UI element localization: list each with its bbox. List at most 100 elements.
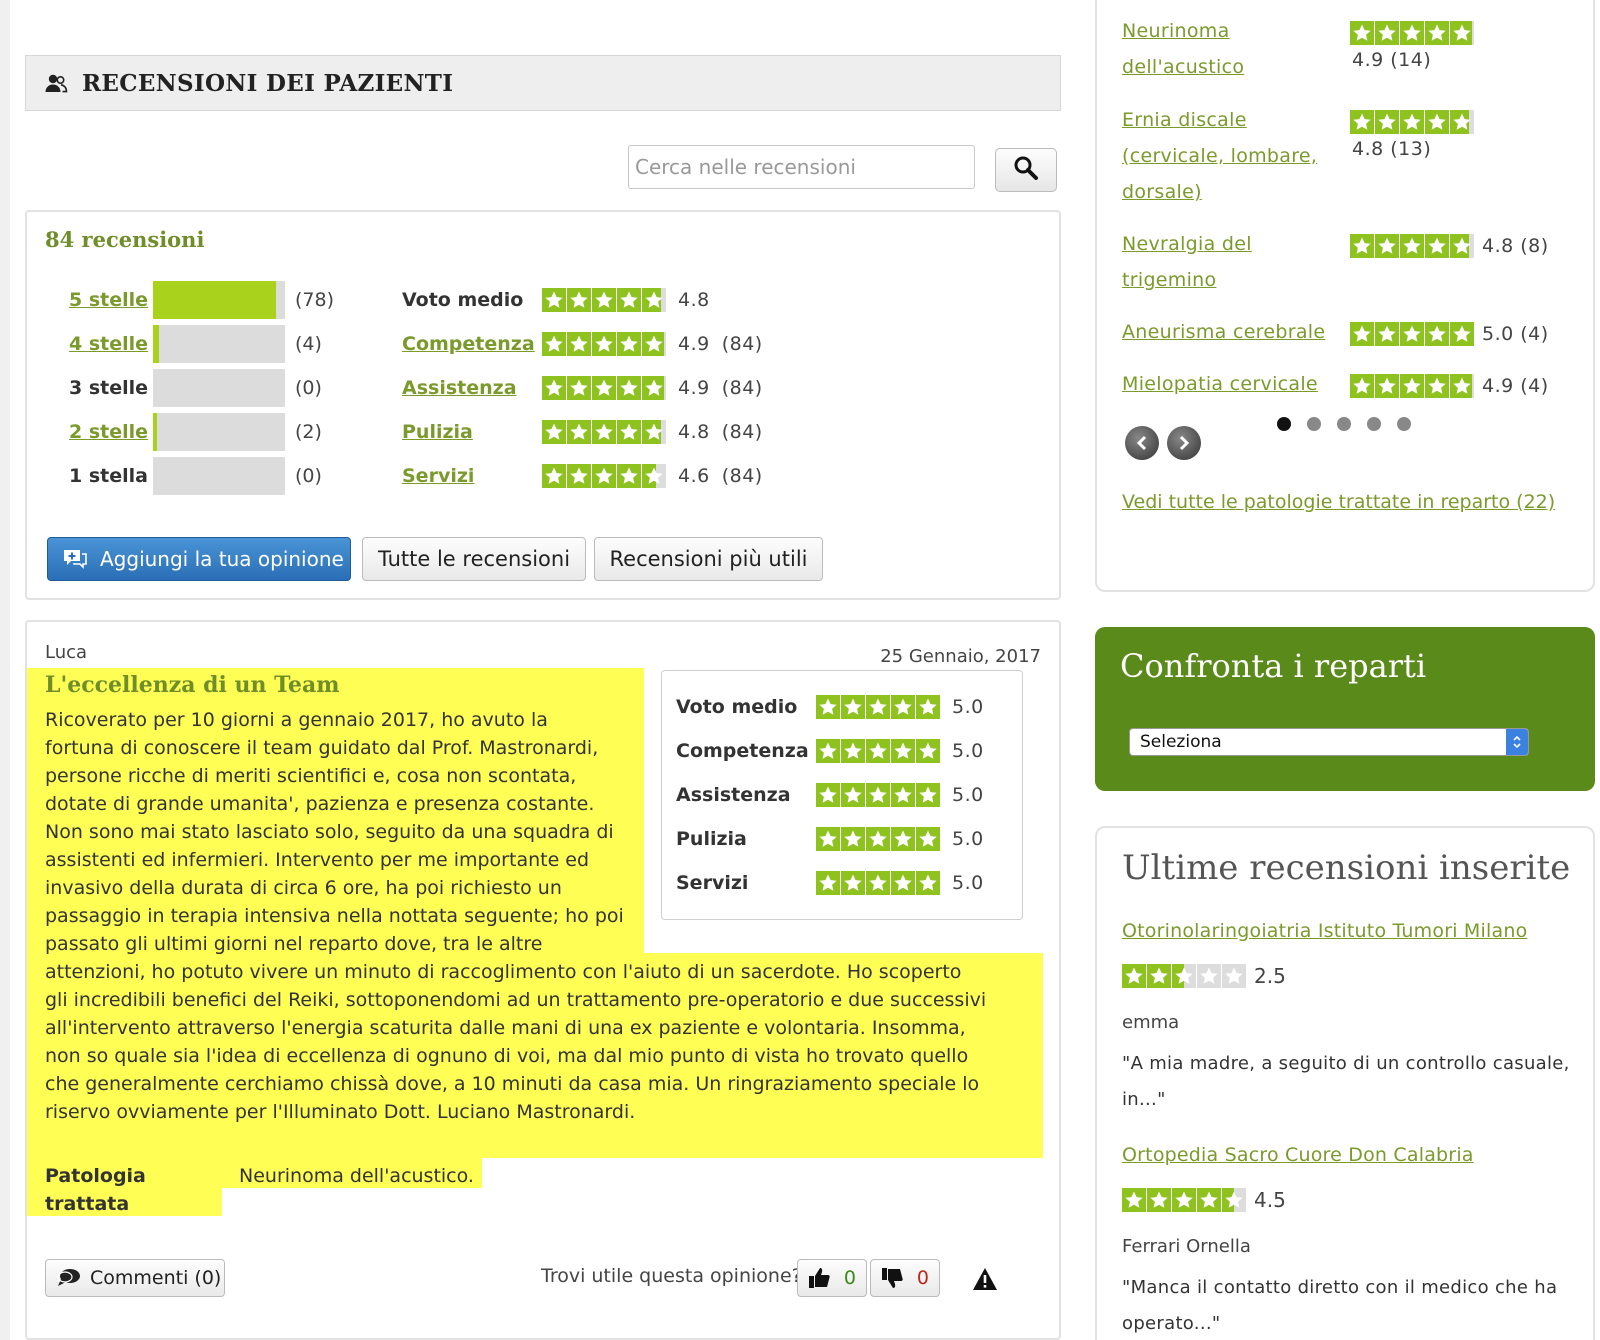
- carousel-dot[interactable]: [1367, 417, 1381, 431]
- star-icon: [1375, 21, 1399, 45]
- rating-label[interactable]: Pulizia: [402, 421, 542, 443]
- carousel-dot[interactable]: [1277, 417, 1291, 431]
- review-rating-value: 5.0: [952, 740, 984, 762]
- review-body-line: attenzioni, ho potuto vivere un minuto d…: [45, 961, 962, 983]
- distribution-bar: [153, 413, 285, 451]
- latest-review-quote: "A mia madre, a seguito di un controllo …: [1122, 1053, 1570, 1110]
- rating-label[interactable]: Servizi: [402, 465, 542, 487]
- star-icon: [1375, 322, 1399, 346]
- chevron-right-icon: [1179, 435, 1190, 451]
- distribution-bar: [153, 457, 285, 495]
- search-button[interactable]: [995, 148, 1057, 192]
- star-icon: [916, 827, 940, 851]
- all-pathologies-link[interactable]: Vedi tutte le patologie trattate in repa…: [1122, 484, 1562, 520]
- compare-departments: Confronta i reparti Seleziona: [1095, 627, 1595, 791]
- comments-button[interactable]: Commenti (0): [45, 1259, 225, 1297]
- rating-value: 4.9: [678, 377, 710, 399]
- star-icon: [592, 420, 616, 444]
- latest-review-value: 2.5: [1254, 964, 1286, 988]
- speech-bubble-icon: [56, 1267, 82, 1289]
- star-icon: [841, 739, 865, 763]
- star-icon: [1400, 322, 1424, 346]
- search-input[interactable]: [628, 145, 975, 189]
- add-review-label: Aggiungi la tua opinione: [100, 547, 344, 571]
- rating-count: (84): [721, 377, 763, 399]
- pathology-rating-value: 4.9 (14): [1352, 49, 1432, 71]
- review-rating-row: Voto medio 5.0: [676, 687, 984, 727]
- rating-label[interactable]: Competenza: [402, 333, 542, 355]
- star-rating: [816, 695, 940, 719]
- star-icon: [816, 739, 840, 763]
- carousel-dot[interactable]: [1337, 417, 1351, 431]
- latest-review-value: 4.5: [1254, 1188, 1286, 1212]
- next-arrow[interactable]: [1167, 426, 1201, 460]
- thumbs-down-count: 0: [916, 1267, 929, 1289]
- review-count: 84 recensioni: [45, 227, 205, 252]
- add-review-button[interactable]: Aggiungi la tua opinione: [47, 537, 351, 581]
- review-rating-row: Pulizia 5.0: [676, 819, 984, 859]
- pathology-link[interactable]: Mielopatia cervicale: [1122, 366, 1318, 402]
- thumbs-up-icon: [808, 1267, 832, 1289]
- carousel-dot[interactable]: [1307, 417, 1321, 431]
- star-icon: [1425, 322, 1449, 346]
- prev-arrow[interactable]: [1125, 426, 1159, 460]
- pathology-rating: 5.0 (4): [1350, 322, 1549, 346]
- all-reviews-button[interactable]: Tutte le recensioni: [362, 537, 586, 581]
- star-icon: [866, 739, 890, 763]
- star-icon: [1172, 964, 1196, 988]
- left-column: RECENSIONI DEI PAZIENTI 84 recensioni 5 …: [25, 0, 1061, 1340]
- review-rating-value: 5.0: [952, 784, 984, 806]
- thumbs-down-button[interactable]: 0: [870, 1259, 940, 1297]
- star-rating: [816, 871, 940, 895]
- star-icon: [841, 827, 865, 851]
- rating-label[interactable]: Assistenza: [402, 377, 542, 399]
- review-body-line: all'intervento attraverso l'energia scat…: [45, 1017, 966, 1039]
- star-icon: [542, 420, 566, 444]
- distribution-bar: [153, 325, 285, 363]
- review-rating-row: Assistenza 5.0: [676, 775, 984, 815]
- select-value: Seleziona: [1140, 732, 1222, 752]
- most-useful-button[interactable]: Recensioni più utili: [594, 537, 823, 581]
- carousel-dot[interactable]: [1397, 417, 1411, 431]
- star-icon: [592, 376, 616, 400]
- rating-row: Assistenza 4.9 (84): [402, 368, 763, 408]
- rating-count: (84): [721, 333, 763, 355]
- star-icon: [866, 695, 890, 719]
- star-icon: [592, 332, 616, 356]
- distribution-label[interactable]: 4 stelle: [69, 333, 153, 355]
- star-icon: [1450, 374, 1474, 398]
- star-icon: [642, 464, 666, 488]
- star-icon: [567, 288, 591, 312]
- star-icon: [1450, 110, 1474, 134]
- rating-value: 4.9: [678, 333, 710, 355]
- latest-review-link[interactable]: Ortopedia Sacro Cuore Don Calabria: [1122, 1144, 1474, 1166]
- star-icon: [1400, 21, 1424, 45]
- star-icon: [916, 871, 940, 895]
- star-icon: [1375, 234, 1399, 258]
- star-icon: [1147, 964, 1171, 988]
- pathology-link[interactable]: Ernia discale (cervicale, lombare, dorsale…: [1122, 102, 1317, 210]
- star-icon: [1425, 234, 1449, 258]
- pathology-rating-value: 4.9 (4): [1482, 375, 1549, 397]
- star-icon: [1147, 1188, 1171, 1212]
- thumbs-up-button[interactable]: 0: [797, 1259, 867, 1297]
- distribution-bar: [153, 281, 285, 319]
- department-select[interactable]: Seleziona: [1129, 728, 1529, 756]
- star-icon: [916, 695, 940, 719]
- pathology-rating: 4.8 (8): [1350, 234, 1549, 258]
- latest-review-link[interactable]: Otorinolaringoiatria Istituto Tumori Mil…: [1122, 920, 1527, 942]
- distribution-label[interactable]: 5 stelle: [69, 289, 153, 311]
- star-icon: [642, 288, 666, 312]
- pathology-link[interactable]: Neurinoma dell'acustico: [1122, 13, 1244, 85]
- pathology-link[interactable]: Nevralgia del trigemino: [1122, 226, 1252, 298]
- star-icon: [916, 739, 940, 763]
- star-icon: [617, 376, 641, 400]
- review-card: Luca 25 Gennaio, 2017 L'eccellenza di un…: [25, 620, 1061, 1340]
- star-icon: [841, 783, 865, 807]
- star-icon: [816, 871, 840, 895]
- pathology-link[interactable]: Aneurisma cerebrale: [1122, 314, 1325, 350]
- compare-title: Confronta i reparti: [1120, 647, 1427, 685]
- report-warning-icon[interactable]: [972, 1267, 998, 1295]
- distribution-label[interactable]: 2 stelle: [69, 421, 153, 443]
- latest-reviews-box: Ultime recensioni inserite Otorinolaring…: [1095, 826, 1595, 1340]
